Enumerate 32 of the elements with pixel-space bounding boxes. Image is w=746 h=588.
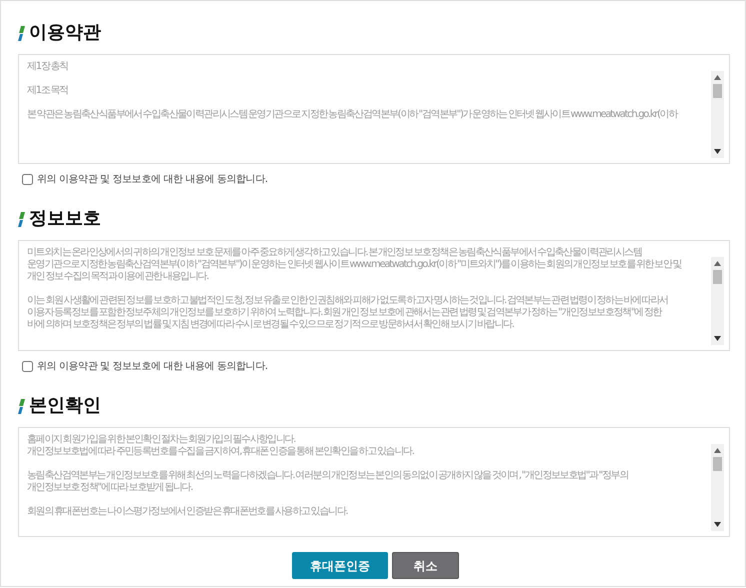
terms-text: 회원의 휴대폰번호는 나이스평가정보에서 인증받은 휴대폰번호를 사용하고 있습니다.: [27, 506, 348, 518]
slash-icon: [18, 212, 25, 226]
section-title: 본인확인: [29, 394, 101, 418]
phone-verify-button[interactable]: 휴대폰인증: [292, 552, 388, 579]
scroll-up-icon[interactable]: [714, 75, 721, 80]
scroll-down-icon[interactable]: [714, 149, 721, 154]
scrollbar-thumb[interactable]: [713, 270, 722, 284]
terms-text: 홈페이지 회원가입을 위한 본인확인 절차는 회원가입의 필수사항입니다. 개인정보보호법에 따라 주민등록번호를 수집을 금지하여, 휴대폰 인증을 통해 본인확인을 하고 있습니다.: [27, 434, 414, 458]
terms-text: 미트와치는 온라인상에서의 귀하의 개인정보 보호 문제를 아주 중요하게 생각하고 있습니다. 본 개인정보 보호정책은 농림축산식품부에서 수입축산물이력관리시스템 운영기관으로 지정한 농림축산검역본부(이하 "검역본부")이 운영하는 인터넷 웹사이트 www.meatwatch.go.kr(이하 "미트와치")를 이용하는 회원의 개인정보 보호를 위한 보안 및 개인 정보 수집의 목적과 이용에 관한 내용입니다.: [27, 247, 682, 283]
agree-label: 위의 이용약관 및 정보보호에 대한 내용에 동의합니다.: [37, 360, 268, 374]
terms-text: 농림축산검역본부는 개인정보보호를 위해 최선의 노력을 다하겠습니다. 여러분의 개인정보는 본인의 동의없이 공개하지 않을 것이며 , "개인정보보호법"과 "정부의 개인정보보호 정책"에 따라 보호받게 됩니다.: [27, 470, 628, 494]
agree-label: 위의 이용약관 및 정보보호에 대한 내용에 동의합니다.: [37, 173, 268, 187]
scroll-up-icon[interactable]: [714, 261, 721, 266]
scrollbar-thumb[interactable]: [713, 84, 722, 98]
scroll-down-icon[interactable]: [714, 522, 721, 527]
agree-checkbox[interactable]: [22, 174, 33, 185]
cancel-button[interactable]: 취소: [392, 552, 459, 579]
terms-text: 제1장 총칙: [27, 61, 68, 73]
slash-icon: [18, 26, 25, 40]
agree-checkbox[interactable]: [22, 361, 33, 372]
scrollbar[interactable]: [711, 71, 724, 158]
section-title: 정보보호: [29, 207, 101, 231]
scrollbar[interactable]: [711, 444, 724, 531]
slash-icon: [18, 398, 25, 414]
scroll-up-icon[interactable]: [714, 448, 721, 453]
scroll-down-icon[interactable]: [714, 336, 721, 341]
terms-text: 본 약관은 농림축산식품부에서 수입축산물이력관리시스템 운영기관으로 지정한 농림축산검역본부(이하 "검역본부")가 운영하는 인터넷 웹사이트 www.meatwatch.go.kr(이하: [27, 109, 678, 121]
terms-text: 이는 회원 사생활에 관련된 정보를 보호하고 불법적인 도청, 정보 유출로 인한 인권침해와 피해가 없도록 하고자 명시하는 것입니다. 검역본부는 관련 법령이 정하는 바에 따라서 이용자 등록정보를 포함한 정보주체의 개인정보를 보호하기 위하여 노력합니다. 회원 개인 정보 보호에 관해서는 관련 법령 및 검역본부가 정하는 "개인정보보호정책"에 정한 바에 의하며 보호정책은 정부의 법률 및 지침 변경에 따라 수시로 변경될 수 있으므로 정기적으로 방문하셔서 확인해 보시기 바랍니다.: [27, 295, 668, 331]
scrollbar[interactable]: [711, 257, 724, 345]
section-title: 이용약관: [29, 21, 101, 45]
scrollbar-thumb[interactable]: [713, 457, 722, 471]
terms-text: 제1조 목적: [27, 85, 68, 97]
